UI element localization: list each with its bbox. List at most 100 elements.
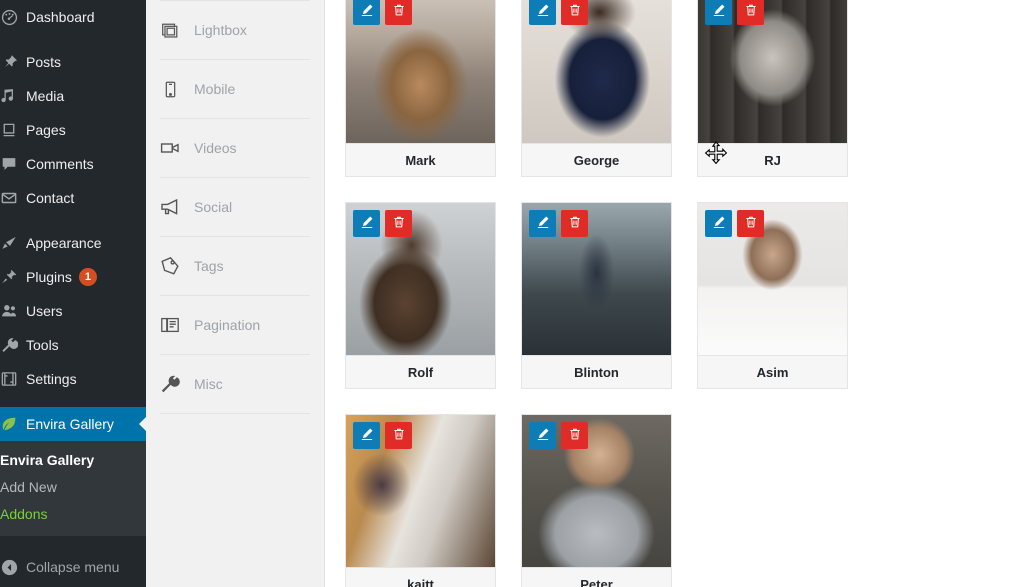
edit-image-button[interactable] <box>353 0 380 25</box>
tab-label: Mobile <box>194 81 236 97</box>
delete-image-button[interactable] <box>385 0 412 25</box>
sidebar-item-label: Plugins <box>26 269 72 285</box>
pencil-icon <box>536 427 550 444</box>
tab-videos[interactable]: Videos <box>160 118 310 177</box>
sidebar-item-dashboard[interactable]: Dashboard <box>0 0 146 34</box>
edit-image-button[interactable] <box>529 422 556 449</box>
tab-pagination[interactable]: Pagination <box>160 295 310 354</box>
pencil-icon <box>536 3 550 20</box>
brush-icon <box>0 234 26 252</box>
pencil-icon <box>712 3 726 20</box>
submenu-item-envira-gallery[interactable]: Envira Gallery <box>0 447 146 474</box>
megaphone-icon <box>160 197 180 217</box>
tab-lightbox[interactable]: Lightbox <box>160 0 310 59</box>
delete-image-button[interactable] <box>385 210 412 237</box>
sidebar-item-label: Media <box>26 88 65 104</box>
gallery-item-thumbnail <box>522 203 671 355</box>
submenu-item-addons[interactable]: Addons <box>0 501 146 528</box>
sidebar-item-plugins[interactable]: Plugins 1 <box>0 260 146 294</box>
gallery-item[interactable]: Asim <box>697 202 848 389</box>
gallery-item[interactable]: Mark <box>345 0 496 177</box>
dashboard-icon <box>0 8 26 27</box>
sidebar-item-appearance[interactable]: Appearance <box>0 226 146 260</box>
gallery-item-caption: kaitt <box>346 567 495 587</box>
gallery-item-actions <box>353 422 412 449</box>
tab-list-end-divider <box>160 413 310 414</box>
tag-icon <box>160 256 180 276</box>
gallery-item[interactable]: Rolf <box>345 202 496 389</box>
gallery-item[interactable]: Peter <box>521 414 672 587</box>
sidebar-item-tools[interactable]: Tools <box>0 328 146 362</box>
gallery-item-thumbnail <box>698 203 847 355</box>
sidebar-item-pages[interactable]: Pages <box>0 113 146 147</box>
sidebar-item-contact[interactable]: Contact <box>0 181 146 215</box>
delete-image-button[interactable] <box>561 422 588 449</box>
gallery-item-caption: Asim <box>698 355 847 388</box>
gallery-item-thumbnail <box>698 0 847 143</box>
tab-label: Social <box>194 199 233 215</box>
gallery-images-panel: Mark George RJ Rolf Blinton Asim kaitt P… <box>325 0 1015 587</box>
submenu-item-add-new[interactable]: Add New <box>0 474 146 501</box>
edit-image-button[interactable] <box>353 210 380 237</box>
pencil-icon <box>536 215 550 232</box>
tab-label: Misc <box>194 376 223 392</box>
edit-image-button[interactable] <box>705 0 732 25</box>
delete-image-button[interactable] <box>385 422 412 449</box>
trash-icon <box>744 215 758 232</box>
gallery-item[interactable]: Blinton <box>521 202 672 389</box>
edit-image-button[interactable] <box>529 210 556 237</box>
sidebar-item-comments[interactable]: Comments <box>0 147 146 181</box>
sidebar-item-envira-gallery[interactable]: Envira Gallery <box>0 407 146 441</box>
tab-label: Lightbox <box>194 22 247 38</box>
pagination-icon <box>160 315 180 335</box>
gallery-item-actions <box>353 0 412 25</box>
sidebar-item-settings[interactable]: Settings <box>0 362 146 396</box>
gallery-item-caption: Mark <box>346 143 495 176</box>
lightbox-icon <box>160 21 180 40</box>
admin-screen: Dashboard Posts Media Pages Comments Con… <box>0 0 1015 587</box>
gallery-item-caption: George <box>522 143 671 176</box>
gallery-item[interactable]: George <box>521 0 672 177</box>
gallery-settings-tabs: Lightbox Mobile Videos Social Tags Pagin… <box>146 0 325 587</box>
collapse-menu-button[interactable]: Collapse menu <box>0 550 146 584</box>
tab-label: Tags <box>194 258 224 274</box>
gallery-item-actions <box>705 210 764 237</box>
gallery-item[interactable]: RJ <box>697 0 848 177</box>
tab-tags[interactable]: Tags <box>160 236 310 295</box>
tab-misc[interactable]: Misc <box>160 354 310 413</box>
sidebar-item-posts[interactable]: Posts <box>0 45 146 79</box>
sidebar-divider <box>0 396 146 407</box>
plug-icon <box>0 268 26 286</box>
gallery-item-caption: RJ <box>698 143 847 176</box>
envira-submenu: Envira Gallery Add New Addons <box>0 441 146 536</box>
settings-icon <box>0 370 26 388</box>
trash-icon <box>568 215 582 232</box>
sidebar-item-label: Users <box>26 303 63 319</box>
edit-image-button[interactable] <box>529 0 556 25</box>
page-icon <box>0 121 26 139</box>
delete-image-button[interactable] <box>737 0 764 25</box>
delete-image-button[interactable] <box>737 210 764 237</box>
delete-image-button[interactable] <box>561 210 588 237</box>
envelope-icon <box>0 189 26 207</box>
trash-icon <box>392 215 406 232</box>
sidebar-main-items: Dashboard Posts Media Pages Comments Con… <box>0 0 146 584</box>
gallery-item-caption: Rolf <box>346 355 495 388</box>
gallery-item-actions <box>353 210 412 237</box>
sidebar-item-users[interactable]: Users <box>0 294 146 328</box>
tab-social[interactable]: Social <box>160 177 310 236</box>
pencil-icon <box>360 215 374 232</box>
wrench-icon <box>160 374 180 394</box>
sidebar-divider <box>0 215 146 226</box>
sidebar-item-media[interactable]: Media <box>0 79 146 113</box>
tab-mobile[interactable]: Mobile <box>160 59 310 118</box>
delete-image-button[interactable] <box>561 0 588 25</box>
gallery-item-thumbnail <box>346 415 495 567</box>
gallery-item[interactable]: kaitt <box>345 414 496 587</box>
trash-icon <box>392 427 406 444</box>
gallery-item-actions <box>529 0 588 25</box>
trash-icon <box>568 427 582 444</box>
edit-image-button[interactable] <box>705 210 732 237</box>
edit-image-button[interactable] <box>353 422 380 449</box>
pencil-icon <box>360 427 374 444</box>
